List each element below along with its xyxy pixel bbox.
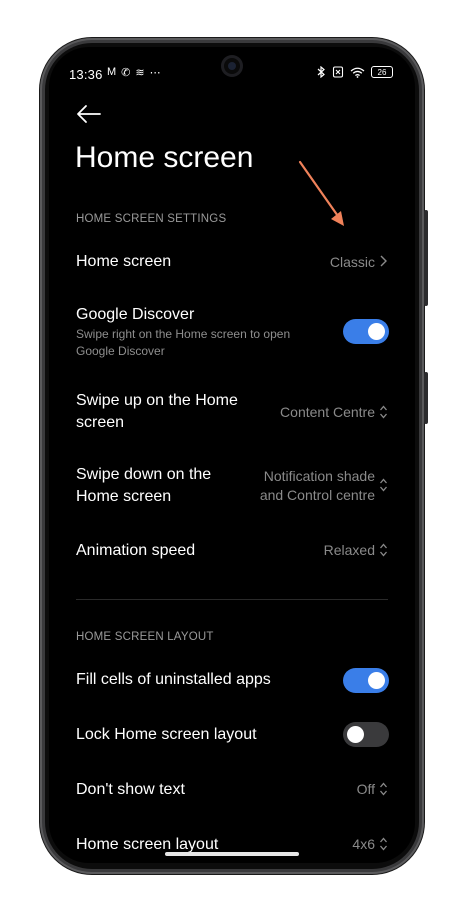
row-label: Google Discover bbox=[76, 306, 195, 323]
row-label-line-1: Swipe up on the Home bbox=[76, 392, 238, 409]
toggle-knob bbox=[368, 672, 385, 689]
system-icons: 26 bbox=[317, 66, 393, 78]
fill-cells-toggle[interactable] bbox=[343, 668, 389, 693]
row-subtitle-line-2: Google Discover bbox=[76, 344, 165, 358]
row-value: 4x6 bbox=[352, 836, 375, 852]
gmail-icon: M bbox=[107, 66, 117, 78]
home-indicator[interactable] bbox=[165, 852, 299, 856]
lock-layout-toggle[interactable] bbox=[343, 722, 389, 747]
row-label: Home screen bbox=[76, 253, 172, 270]
row-subtitle-line-1: Swipe right on the Home screen to open bbox=[76, 327, 291, 341]
chevron-up-down-icon bbox=[380, 405, 387, 419]
screen: 13:36 M ✆ ≋ ⋯ 26 Home screen HOME SCREEN… bbox=[49, 47, 415, 863]
whatsapp-icon: ✆ bbox=[121, 67, 131, 79]
row-value: Classic bbox=[329, 254, 375, 270]
section-label-layout: HOME SCREEN LAYOUT bbox=[76, 631, 214, 643]
row-value: Relaxed bbox=[323, 542, 375, 558]
row-value: Content Centre bbox=[280, 404, 375, 420]
chevron-up-down-icon bbox=[380, 543, 387, 557]
row-label: Animation speed bbox=[76, 542, 196, 559]
notification-icons: M ✆ ≋ ⋯ bbox=[107, 66, 161, 79]
no-sim-icon bbox=[332, 66, 344, 78]
row-label-line-1: Swipe down on the bbox=[76, 466, 212, 483]
row-value: Off bbox=[356, 781, 375, 797]
chevron-up-down-icon bbox=[380, 478, 387, 492]
status-bar: 13:36 M ✆ ≋ ⋯ 26 bbox=[49, 47, 415, 91]
chevron-up-down-icon bbox=[380, 837, 387, 851]
stack-icon: ≋ bbox=[135, 67, 145, 79]
row-label: Don't show text bbox=[76, 781, 185, 798]
chevron-up-down-icon bbox=[380, 782, 387, 796]
more-notifications-icon: ⋯ bbox=[149, 67, 161, 79]
section-divider bbox=[76, 599, 388, 600]
google-discover-toggle[interactable] bbox=[343, 319, 389, 344]
wifi-icon bbox=[350, 67, 365, 78]
row-label: Lock Home screen layout bbox=[76, 726, 257, 743]
status-time: 13:36 bbox=[69, 67, 103, 82]
toggle-knob bbox=[347, 726, 364, 743]
bluetooth-icon bbox=[317, 66, 325, 78]
toggle-knob bbox=[368, 323, 385, 340]
page-title: Home screen bbox=[75, 141, 254, 174]
row-value-line-2: and Control centre bbox=[259, 487, 375, 503]
row-label: Fill cells of uninstalled apps bbox=[76, 671, 271, 688]
row-label-line-2: Home screen bbox=[76, 488, 172, 505]
volume-button bbox=[424, 372, 428, 424]
section-label-settings: HOME SCREEN SETTINGS bbox=[76, 213, 227, 225]
chevron-right-icon bbox=[380, 255, 387, 267]
back-arrow-icon[interactable] bbox=[75, 103, 103, 125]
power-button bbox=[424, 210, 428, 306]
row-label-line-2: screen bbox=[76, 414, 125, 431]
battery-icon: 26 bbox=[371, 66, 393, 78]
row-value-line-1: Notification shade bbox=[263, 468, 375, 484]
